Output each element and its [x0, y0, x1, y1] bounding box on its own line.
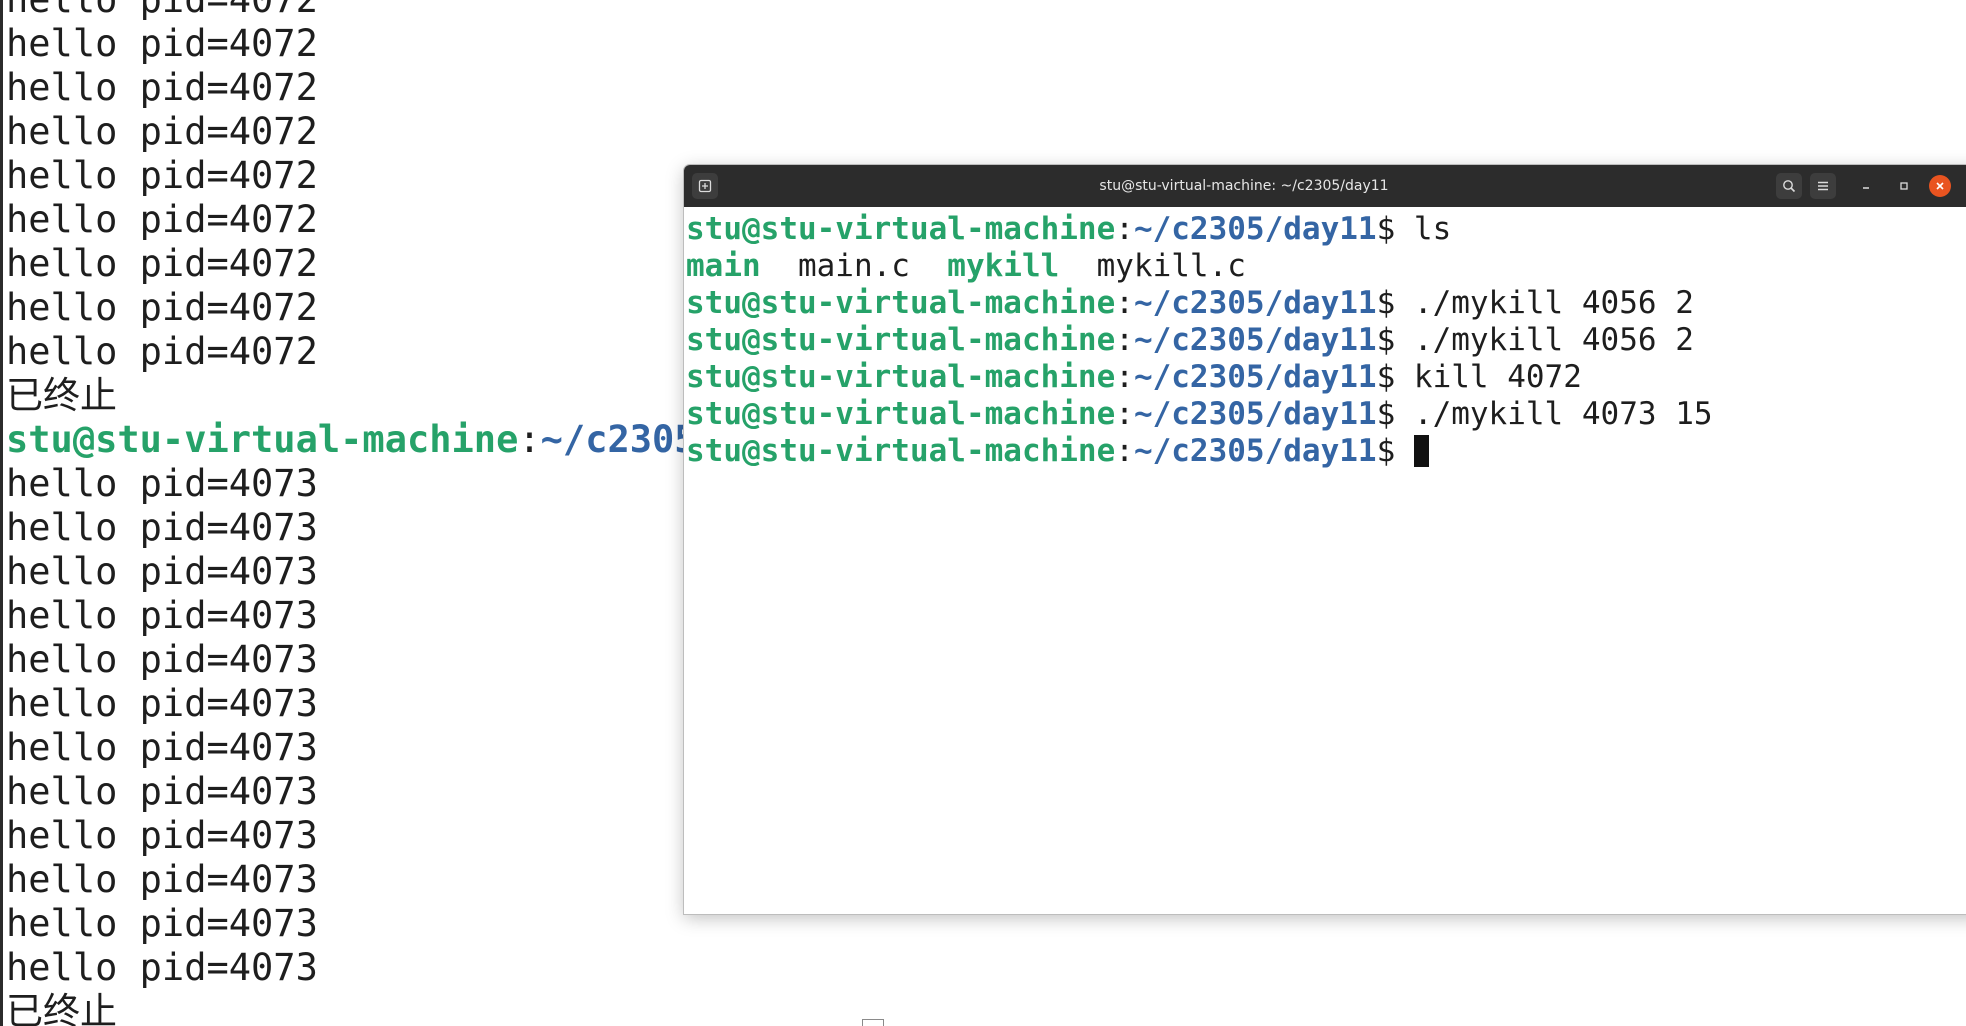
search-icon[interactable] — [1776, 173, 1802, 199]
output-line: hello pid=4072 — [6, 330, 318, 373]
output-line: hello pid=4072 — [6, 198, 318, 241]
output-line: hello pid=4073 — [6, 858, 318, 901]
output-line: hello pid=4073 — [6, 638, 318, 681]
output-line: hello pid=4073 — [6, 770, 318, 813]
ls-entry-executable: mykill — [947, 248, 1060, 284]
terminated-message: 已终止 — [6, 990, 117, 1026]
ls-entry-executable: main — [686, 248, 761, 284]
output-line: hello pid=4073 — [6, 946, 318, 989]
prompt-separator: : — [1115, 433, 1134, 469]
output-line: hello pid=4073 — [6, 594, 318, 637]
prompt-path: ~/c2305/day11 — [1133, 322, 1377, 358]
window-edge — [0, 0, 3, 1026]
command-text: kill 4072 — [1413, 359, 1582, 395]
prompt-dollar: $ — [1376, 359, 1414, 395]
command-text: ./mykill 4073 15 — [1413, 396, 1713, 432]
hamburger-menu-icon[interactable] — [1810, 173, 1836, 199]
prompt-separator: : — [518, 418, 541, 461]
prompt-dollar: $ — [1376, 322, 1414, 358]
active-prompt-line[interactable]: stu@stu-virtual-machine:~/c2305/day11$ — [686, 433, 1713, 470]
prompt-dollar: $ — [1376, 433, 1414, 469]
prompt-user-host: stu@stu-virtual-machine — [686, 322, 1116, 358]
terminal-session: stu@stu-virtual-machine:~/c2305/day11$ l… — [686, 211, 1713, 470]
output-line: hello pid=4072 — [6, 22, 318, 65]
background-terminal-output: hello pid=4072 hello pid=4072 hello pid=… — [6, 0, 697, 1026]
command-line: stu@stu-virtual-machine:~/c2305/day11$ .… — [686, 396, 1713, 433]
terminal-window[interactable]: stu@stu-virtual-machine: ~/c2305/day11 s… — [684, 165, 1966, 914]
command-line: stu@stu-virtual-machine:~/c2305/day11$ .… — [686, 322, 1713, 359]
terminal-content[interactable]: stu@stu-virtual-machine:~/c2305/day11$ l… — [684, 207, 1966, 914]
command-text: ls — [1413, 211, 1452, 247]
output-line: hello pid=4072 — [6, 110, 318, 153]
output-line: hello pid=4072 — [6, 66, 318, 109]
prompt-path: ~/c2305 — [540, 418, 697, 461]
output-line: hello pid=4073 — [6, 506, 318, 549]
prompt-path: ~/c2305/day11 — [1133, 396, 1377, 432]
prompt-line: stu@stu-virtual-machine:~/c2305 — [6, 418, 697, 462]
ls-entry-file: main.c — [760, 248, 948, 284]
output-line: hello pid=4073 — [6, 550, 318, 593]
prompt-user-host: stu@stu-virtual-machine — [686, 211, 1116, 247]
prompt-separator: : — [1115, 359, 1134, 395]
prompt-dollar: $ — [1376, 211, 1414, 247]
output-line: hello pid=4072 — [6, 0, 697, 22]
command-line: stu@stu-virtual-machine:~/c2305/day11$ l… — [686, 211, 1713, 248]
command-line: stu@stu-virtual-machine:~/c2305/day11$ k… — [686, 359, 1713, 396]
window-titlebar[interactable]: stu@stu-virtual-machine: ~/c2305/day11 — [684, 165, 1966, 207]
command-text: ./mykill 4056 2 — [1413, 285, 1694, 321]
prompt-user-host: stu@stu-virtual-machine — [686, 396, 1116, 432]
close-icon[interactable] — [1929, 175, 1951, 197]
output-line: hello pid=4073 — [6, 462, 318, 505]
prompt-separator: : — [1115, 396, 1134, 432]
ls-entry-file: mykill.c — [1059, 248, 1246, 284]
output-line: hello pid=4072 — [6, 154, 318, 197]
text-cursor — [1413, 435, 1429, 467]
maximize-icon[interactable] — [1891, 173, 1917, 199]
output-line: hello pid=4073 — [6, 814, 318, 857]
window-title: stu@stu-virtual-machine: ~/c2305/day11 — [1099, 178, 1389, 194]
prompt-user-host: stu@stu-virtual-machine — [686, 359, 1116, 395]
prompt-user-host: stu@stu-virtual-machine — [686, 433, 1116, 469]
prompt-path: ~/c2305/day11 — [1133, 359, 1377, 395]
prompt-dollar: $ — [1376, 285, 1414, 321]
output-line: hello pid=4072 — [6, 242, 318, 285]
command-line: stu@stu-virtual-machine:~/c2305/day11$ .… — [686, 285, 1713, 322]
command-text: ./mykill 4056 2 — [1413, 322, 1694, 358]
partial-element — [862, 1019, 884, 1026]
prompt-path: ~/c2305/day11 — [1133, 433, 1377, 469]
prompt-user-host: stu@stu-virtual-machine — [6, 418, 519, 461]
prompt-path: ~/c2305/day11 — [1133, 285, 1377, 321]
ls-output: main main.c mykill mykill.c — [686, 248, 1713, 285]
prompt-dollar: $ — [1376, 396, 1414, 432]
prompt-path: ~/c2305/day11 — [1133, 211, 1377, 247]
prompt-separator: : — [1115, 285, 1134, 321]
prompt-user-host: stu@stu-virtual-machine — [686, 285, 1116, 321]
output-line: hello pid=4073 — [6, 726, 318, 769]
output-line: hello pid=4073 — [6, 902, 318, 945]
output-line: hello pid=4073 — [6, 682, 318, 725]
minimize-icon[interactable] — [1853, 173, 1879, 199]
prompt-separator: : — [1115, 211, 1134, 247]
prompt-separator: : — [1115, 322, 1134, 358]
terminated-message: 已终止 — [6, 374, 117, 417]
output-line: hello pid=4072 — [6, 286, 318, 329]
